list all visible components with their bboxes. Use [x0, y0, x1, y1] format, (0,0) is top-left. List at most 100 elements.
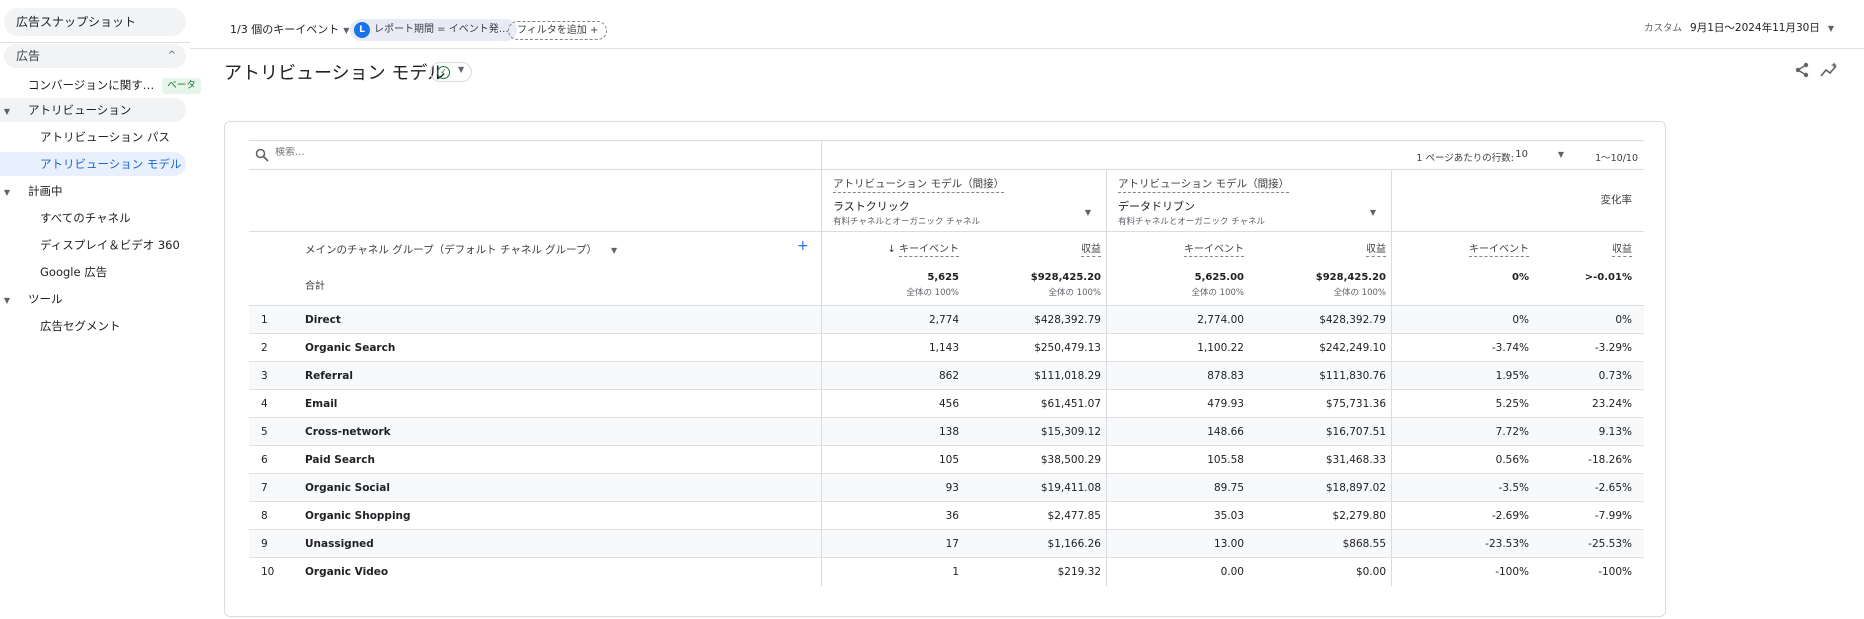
sidebar-item-label: 広告セグメント — [40, 319, 121, 333]
total-share: 全体の 100% — [1333, 288, 1386, 298]
cell-key-events-change: -23.53% — [1485, 538, 1529, 550]
caret-down-icon: ▼ — [611, 246, 618, 255]
cell-revenue-data-driven: $0.00 — [1355, 566, 1386, 578]
column-divider — [1106, 446, 1107, 474]
row-index: 2 — [261, 342, 268, 354]
cell-key-events-last-click: 1 — [952, 566, 959, 578]
expand-triangle-icon: ▼ — [3, 188, 11, 197]
row-channel: Unassigned — [305, 538, 374, 550]
totals-label: 合計 — [305, 281, 325, 292]
rows-per-page-select[interactable]: 10 — [1515, 149, 1528, 160]
table-row[interactable]: 4 Email 456 $61,451.07 479.93 $75,731.36 5.25… — [249, 390, 1644, 418]
metric-header-key-events-last-click[interactable]: ↓ キーイベント — [887, 240, 959, 257]
column-divider — [821, 362, 822, 390]
column-divider — [1106, 418, 1107, 446]
sidebar-section-ads[interactable]: 広告 ^ — [4, 44, 186, 68]
metric-header-label: 収益 — [1612, 244, 1632, 257]
sidebar-item-attribution-model[interactable]: アトリビューション モデル — [0, 152, 186, 176]
column-divider — [821, 418, 822, 446]
row-index: 3 — [261, 370, 268, 382]
cell-key-events-data-driven: 0.00 — [1220, 566, 1244, 578]
table-row[interactable]: 8 Organic Shopping 36 $2,477.85 35.03 $2,279… — [249, 502, 1644, 530]
cell-revenue-change: 0.73% — [1598, 370, 1632, 382]
page-title: アトリビューション モデル — [224, 63, 446, 84]
column-divider — [1106, 232, 1107, 264]
expand-triangle-icon: ▼ — [3, 296, 11, 305]
cell-key-events-change: 5.25% — [1495, 398, 1529, 410]
table-row[interactable]: 7 Organic Social 93 $19,411.08 89.75 $18,897… — [249, 474, 1644, 502]
search-input[interactable] — [275, 147, 575, 158]
sidebar-item-label: ツール — [28, 292, 63, 306]
total-value: $928,425.20 — [1030, 272, 1101, 283]
cell-revenue-last-click: $61,451.07 — [1040, 398, 1101, 410]
sidebar-section-label: 広告 — [16, 49, 41, 63]
table-row[interactable]: 6 Paid Search 105 $38,500.29 105.58 $31,468.… — [249, 446, 1644, 474]
sidebar-item-ads-snapshot[interactable]: 広告スナップショット — [4, 8, 186, 36]
sidebar-item-dv360[interactable]: ディスプレイ＆ビデオ 360 — [40, 233, 180, 257]
model-selector-last-click[interactable]: アトリビューション モデル（間接） ラストクリック 有料チャネルとオーガニック … — [833, 176, 1101, 228]
cell-key-events-change: -3.74% — [1491, 342, 1529, 354]
sidebar-group-planning[interactable]: ▼ 計画中 — [0, 179, 63, 203]
table-row[interactable]: 3 Referral 862 $111,018.29 878.83 $111,830.7… — [249, 362, 1644, 390]
caret-down-icon: ▼ — [1084, 208, 1091, 217]
sidebar-item-all-channels[interactable]: すべてのチャネル — [40, 206, 131, 230]
total-share: 全体の 100% — [1191, 288, 1244, 298]
sidebar-item-google-ads[interactable]: Google 広告 — [40, 260, 107, 284]
dimension-selector[interactable]: メインのチャネル グループ（デフォルト チャネル グループ） ▼ — [305, 242, 617, 257]
sort-down-arrow-icon: ↓ — [887, 244, 899, 255]
sidebar-item-attribution-paths[interactable]: アトリビューション パス — [40, 125, 170, 149]
data-quality-status[interactable]: ✓ ▼ — [430, 62, 472, 82]
cell-key-events-change: 0% — [1512, 314, 1529, 326]
table-row[interactable]: 10 Organic Video 1 $219.32 0.00 $0.00 -100% -1… — [249, 558, 1644, 586]
add-dimension-button[interactable]: + — [797, 238, 809, 254]
column-divider — [1391, 264, 1392, 306]
cell-key-events-last-click: 93 — [945, 482, 959, 494]
metric-header-revenue-change[interactable]: 収益 — [1612, 240, 1632, 257]
total-value: >-0.01% — [1584, 272, 1632, 283]
column-divider — [1391, 170, 1392, 232]
share-icon[interactable] — [1793, 61, 1811, 79]
sidebar-group-attribution[interactable]: ▼ アトリビューション — [0, 98, 186, 122]
row-index: 9 — [261, 538, 268, 550]
total-value: 0% — [1512, 272, 1529, 283]
metric-header-revenue-data-driven[interactable]: 収益 — [1366, 240, 1386, 257]
sidebar-item-conversions[interactable]: コンバージョンに関す… ベータ — [28, 73, 201, 97]
metric-header-key-events-data-driven[interactable]: キーイベント — [1184, 240, 1244, 257]
report-period-chip[interactable]: L レポート期間 = イベント発… — [350, 19, 517, 41]
sidebar-group-tools[interactable]: ▼ ツール — [0, 287, 63, 311]
chip-avatar: L — [354, 22, 370, 38]
cell-revenue-last-click: $219.32 — [1057, 566, 1101, 578]
cell-key-events-change: 1.95% — [1495, 370, 1529, 382]
metric-header-label: キーイベント — [1184, 244, 1244, 257]
add-filter-button[interactable]: フィルタを追加 + — [508, 21, 608, 40]
model-channels: 有料チャネルとオーガニック チャネル — [1118, 217, 1266, 227]
model-selector-data-driven[interactable]: アトリビューション モデル（間接） データドリブン 有料チャネルとオーガニック … — [1118, 176, 1386, 228]
cell-key-events-data-driven: 479.93 — [1207, 398, 1244, 410]
metric-header-revenue-last-click[interactable]: 収益 — [1081, 240, 1101, 257]
model-title: アトリビューション モデル（間接） — [1118, 176, 1290, 193]
table-row[interactable]: 9 Unassigned 17 $1,166.26 13.00 $868.55 -23.5… — [249, 530, 1644, 558]
cell-revenue-data-driven: $111,830.76 — [1319, 370, 1386, 382]
cell-revenue-last-click: $15,309.12 — [1040, 426, 1101, 438]
total-key-events-change: 0% — [1512, 272, 1529, 283]
row-index: 5 — [261, 426, 268, 438]
table-row[interactable]: 1 Direct 2,774 $428,392.79 2,774.00 $428,392… — [249, 306, 1644, 334]
key-events-selector[interactable]: 1/3 個のキーイベント ▼ — [230, 21, 349, 37]
sidebar-item-label: 計画中 — [28, 184, 63, 198]
table-row[interactable]: 2 Organic Search 1,143 $250,479.13 1,100.22… — [249, 334, 1644, 362]
check-circle-icon: ✓ — [437, 66, 450, 79]
metric-header-key-events-change[interactable]: キーイベント — [1469, 240, 1529, 257]
cell-revenue-data-driven: $428,392.79 — [1319, 314, 1386, 326]
cell-revenue-data-driven: $2,279.80 — [1332, 510, 1386, 522]
cell-revenue-data-driven: $75,731.36 — [1325, 398, 1386, 410]
sidebar-item-ad-segments[interactable]: 広告セグメント — [40, 314, 121, 338]
cell-revenue-change: -100% — [1598, 566, 1632, 578]
sidebar-item-label: アトリビューション — [28, 103, 132, 117]
insights-icon[interactable] — [1819, 61, 1839, 79]
sidebar-item-label: ディスプレイ＆ビデオ 360 — [40, 238, 180, 252]
date-range-picker[interactable]: カスタム 9月1日～2024年11月30日 ▼ — [1644, 20, 1834, 35]
column-divider — [1391, 502, 1392, 530]
metric-header-label: キーイベント — [1469, 244, 1529, 257]
add-filter-label: フィルタを追加 — [517, 25, 587, 36]
table-row[interactable]: 5 Cross-network 138 $15,309.12 148.66 $16,70… — [249, 418, 1644, 446]
